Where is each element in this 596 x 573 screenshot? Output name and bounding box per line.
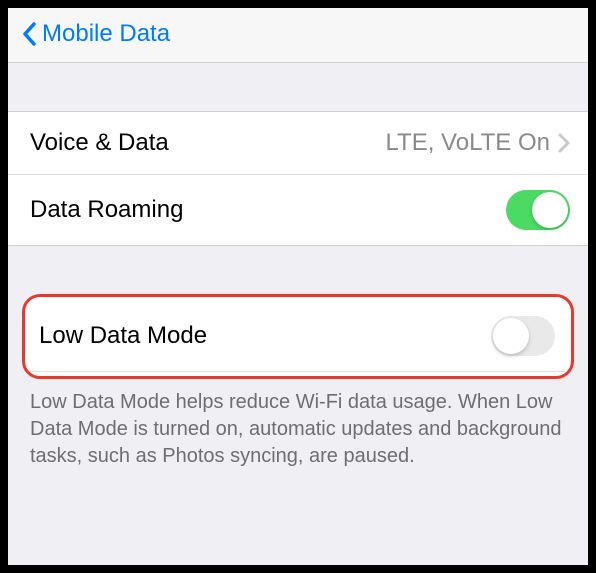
- toggle-knob: [532, 192, 568, 228]
- data-roaming-toggle[interactable]: [506, 190, 570, 230]
- toggle-knob: [493, 318, 529, 354]
- low-data-mode-row: Low Data Mode: [29, 301, 567, 372]
- chevron-right-icon: [558, 133, 570, 153]
- nav-back-label: Mobile Data: [42, 20, 170, 48]
- settings-screen: Mobile Data Voice & Data LTE, VoLTE On D…: [8, 8, 588, 565]
- nav-header[interactable]: Mobile Data: [8, 8, 588, 63]
- voice-data-value: LTE, VoLTE On: [385, 129, 550, 157]
- back-chevron-icon: [22, 22, 36, 46]
- data-roaming-row: Data Roaming: [8, 174, 588, 245]
- footer-description: Low Data Mode helps reduce Wi-Fi data us…: [8, 379, 588, 488]
- low-data-mode-toggle[interactable]: [491, 316, 555, 356]
- voice-data-right: LTE, VoLTE On: [385, 129, 570, 157]
- section-spacer: [8, 246, 588, 294]
- highlighted-group: Low Data Mode: [22, 294, 574, 379]
- voice-data-label: Voice & Data: [30, 129, 169, 157]
- section-spacer: [8, 63, 588, 111]
- settings-group-1: Voice & Data LTE, VoLTE On Data Roaming: [8, 111, 588, 246]
- low-data-mode-label: Low Data Mode: [39, 322, 207, 350]
- voice-data-row[interactable]: Voice & Data LTE, VoLTE On: [8, 112, 588, 174]
- data-roaming-label: Data Roaming: [30, 196, 183, 224]
